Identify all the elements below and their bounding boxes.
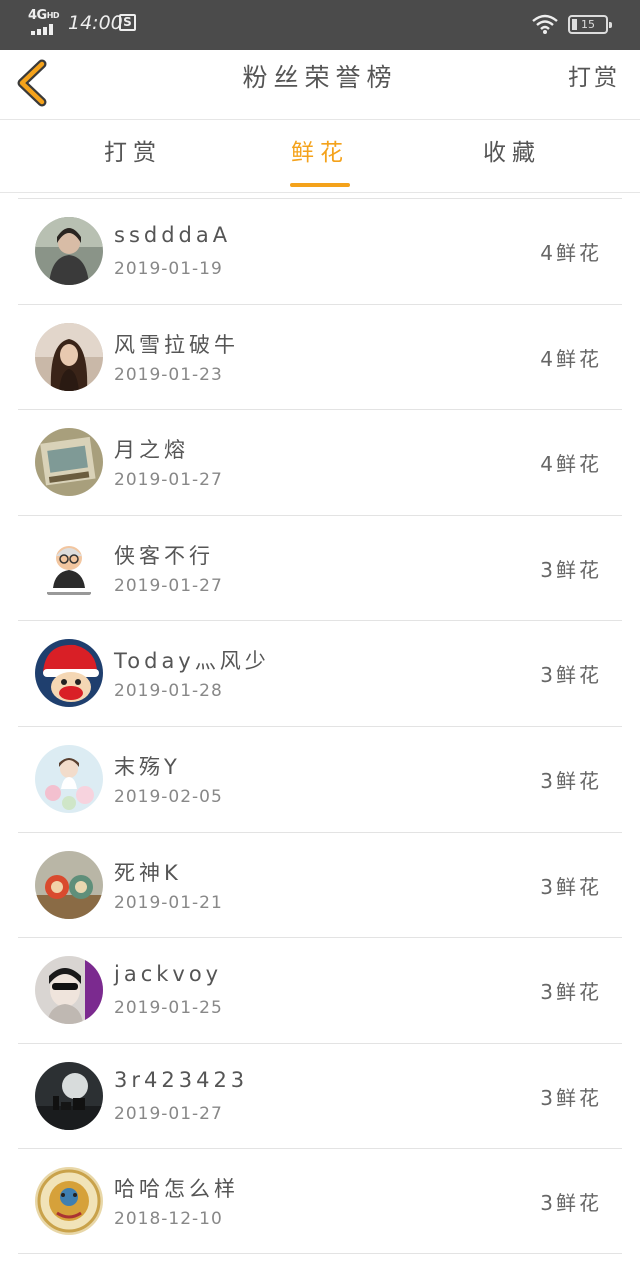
reward-button[interactable]: 打赏 (568, 50, 620, 120)
avatar[interactable] (35, 850, 103, 919)
gift-date: 2019-01-27 (114, 575, 223, 596)
gift-date: 2019-01-27 (114, 1103, 223, 1124)
list-item[interactable]: 风雪拉破牛 2019-01-23 4鲜花 (18, 303, 622, 410)
tab-favorites[interactable]: 收藏 (452, 121, 572, 193)
app-notification-icon: S (119, 14, 136, 31)
status-bar: 4GHD 14:00 S 15 (0, 0, 640, 50)
flower-count: 3鲜花 (540, 663, 602, 688)
battery-percent: 15 (581, 18, 595, 31)
list-item[interactable]: 月之熔 2019-01-27 4鲜花 (18, 409, 622, 515)
gift-date: 2019-01-23 (114, 364, 223, 385)
user-name: 末殇Y (114, 754, 181, 779)
flower-count: 3鲜花 (540, 980, 602, 1005)
clock: 14:00 (68, 12, 123, 34)
tab-label: 收藏 (483, 140, 541, 166)
user-name: 侠客不行 (114, 543, 214, 568)
avatar[interactable] (35, 639, 103, 708)
network-hd: HD (46, 11, 60, 20)
battery-icon: 15 (568, 15, 612, 34)
user-name: 月之熔 (114, 438, 189, 463)
avatar[interactable] (35, 217, 103, 285)
tab-bar: 打赏 鲜花 收藏 (0, 121, 640, 193)
avatar[interactable] (35, 1061, 103, 1130)
fan-ranking-list: ssdddaA 2019-01-19 4鲜花 风雪拉破牛 2019-01-23 … (18, 198, 622, 1254)
tab-label: 鲜花 (291, 140, 349, 166)
gift-date: 2018-12-10 (114, 1209, 223, 1230)
tab-reward[interactable]: 打赏 (73, 121, 193, 193)
wifi-icon (532, 14, 558, 34)
list-item[interactable]: ssdddaA 2019-01-19 4鲜花 (18, 198, 622, 304)
page-title: 粉丝荣誉榜 (242, 63, 398, 92)
avatar[interactable] (35, 428, 103, 497)
signal-icon (31, 24, 57, 35)
flower-count: 3鲜花 (540, 874, 602, 899)
user-name: 哈哈怎么样 (114, 1177, 239, 1202)
active-tab-indicator (290, 183, 350, 187)
gift-date: 2019-01-27 (114, 470, 223, 491)
list-item[interactable]: 3r423423 2019-01-27 3鲜花 (18, 1042, 622, 1149)
user-name: 3r423423 (114, 1067, 249, 1092)
list-item[interactable]: 末殇Y 2019-02-05 3鲜花 (18, 725, 622, 832)
flower-count: 3鲜花 (540, 557, 602, 582)
flower-count: 4鲜花 (540, 346, 602, 371)
avatar[interactable] (35, 744, 103, 813)
flower-count: 3鲜花 (540, 768, 602, 793)
gift-date: 2019-01-25 (114, 998, 223, 1019)
list-item[interactable]: 哈哈怎么样 2018-12-10 3鲜花 (18, 1148, 622, 1254)
user-name: ssdddaA (114, 223, 232, 247)
tab-flowers[interactable]: 鲜花 (260, 121, 380, 193)
gift-date: 2019-01-21 (114, 892, 223, 913)
avatar[interactable] (35, 1167, 103, 1236)
user-name: jackvoy (114, 962, 223, 987)
list-item[interactable]: 死神K 2019-01-21 3鲜花 (18, 831, 622, 938)
flower-count: 4鲜花 (540, 241, 602, 265)
flower-count: 3鲜花 (540, 1085, 602, 1110)
network-indicator: 4GHD (28, 8, 60, 23)
flower-count: 4鲜花 (540, 452, 602, 477)
list-item[interactable]: jackvoy 2019-01-25 3鲜花 (18, 937, 622, 1043)
gift-date: 2019-01-19 (114, 259, 223, 279)
network-type: 4G (28, 8, 47, 23)
avatar[interactable] (35, 322, 103, 391)
user-name: 风雪拉破牛 (114, 332, 239, 357)
gift-date: 2019-01-28 (114, 681, 223, 702)
avatar[interactable] (35, 956, 103, 1025)
user-name: Today灬风少 (114, 649, 270, 674)
flower-count: 3鲜花 (540, 1191, 602, 1216)
tab-label: 打赏 (104, 140, 162, 166)
list-item[interactable]: 侠客不行 2019-01-27 3鲜花 (18, 514, 622, 621)
gift-date: 2019-02-05 (114, 786, 223, 807)
avatar[interactable] (35, 533, 103, 602)
user-name: 死神K (114, 860, 182, 885)
title-bar: 粉丝荣誉榜 打赏 (0, 50, 640, 120)
list-item[interactable]: Today灬风少 2019-01-28 3鲜花 (18, 620, 622, 726)
